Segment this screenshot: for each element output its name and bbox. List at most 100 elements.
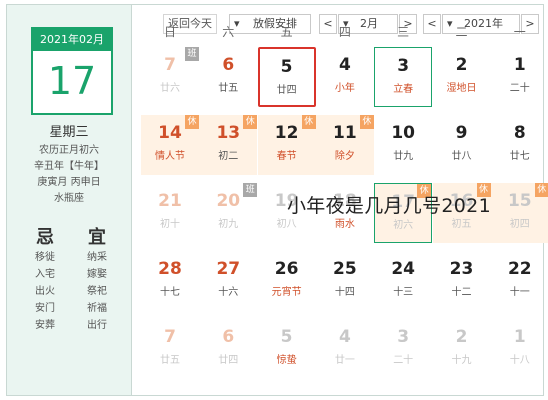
day-cell[interactable]: 5 惊蛰 xyxy=(258,319,316,379)
lunar-label: 廿一 xyxy=(334,355,355,366)
day-cell[interactable]: 26 元宵节 xyxy=(258,251,316,311)
day-cell[interactable]: 14 情人节休 xyxy=(141,115,199,175)
lunar-label: 立春 xyxy=(393,84,414,95)
holiday-badge: 休 xyxy=(359,115,374,129)
day-cell[interactable]: 12 春节休 xyxy=(257,115,316,175)
day-number: 1 xyxy=(513,55,526,75)
date-card-header: 2021年02月 xyxy=(33,29,111,51)
ji-item: 出火 xyxy=(35,286,55,297)
yi-item: 出行 xyxy=(87,320,107,331)
lunar-label: 廿五 xyxy=(160,355,180,366)
day-number: 1 xyxy=(513,327,526,347)
day-number: 5 xyxy=(280,57,293,77)
day-cell[interactable]: 2 十九 xyxy=(433,319,491,379)
ji-item: 安葬 xyxy=(35,320,55,331)
ji-item: 移徙 xyxy=(35,252,55,263)
day-number: 8 xyxy=(513,123,526,143)
day-cell[interactable]: 22 十一 xyxy=(491,251,548,311)
lunar-label: 廿四 xyxy=(218,355,239,366)
lunar-label: 十六 xyxy=(218,287,239,298)
day-number: 22 xyxy=(507,259,532,279)
weekday-header: 五 xyxy=(280,25,293,39)
day-cell[interactable]: 4 廿一 xyxy=(316,319,374,379)
day-cell[interactable]: 7 廿六班 xyxy=(141,47,199,107)
day-number: 9 xyxy=(455,123,468,143)
day-number: 27 xyxy=(216,259,241,279)
day-cell[interactable]: 7 廿五 xyxy=(141,319,199,379)
ganzhi-month-day: 庚寅月 丙申日 xyxy=(37,177,101,188)
day-number: 25 xyxy=(333,259,357,279)
day-cell[interactable]: 25 十四 xyxy=(316,251,374,311)
lunar-label: 十三 xyxy=(393,287,414,298)
lunar-label: 十二 xyxy=(451,287,472,298)
day-cell[interactable]: 21 初十 xyxy=(141,183,199,243)
day-cell[interactable]: 5 廿四 xyxy=(257,47,316,107)
day-number: 2 xyxy=(455,327,468,347)
lunar-label: 春节 xyxy=(276,151,297,162)
day-cell[interactable]: 1 十八 xyxy=(491,319,548,379)
holiday-badge: 休 xyxy=(243,115,258,129)
day-cell[interactable]: 9 廿八 xyxy=(433,115,491,175)
day-cell[interactable]: 1 二十 xyxy=(491,47,548,107)
lunar-label: 十四 xyxy=(334,287,355,298)
day-cell[interactable]: 15 初四休 xyxy=(490,183,548,243)
day-cell[interactable]: 4 小年 xyxy=(316,47,374,107)
weekday-header: 六 xyxy=(222,25,235,39)
day-cell[interactable]: 3 立春 xyxy=(374,47,433,107)
weekday-label: 星期三 xyxy=(49,125,89,140)
yi-item: 纳采 xyxy=(87,252,107,263)
lunar-label: 十一 xyxy=(509,287,530,298)
weekday-header: 日 xyxy=(163,25,176,39)
day-cell[interactable]: 2 湿地日 xyxy=(433,47,491,107)
lunar-label: 初九 xyxy=(218,219,239,230)
day-number: 5 xyxy=(280,327,293,347)
day-number: 3 xyxy=(397,56,410,76)
day-cell[interactable]: 6 廿四 xyxy=(199,319,257,379)
day-cell[interactable]: 28 十七 xyxy=(141,251,199,311)
lunar-label: 二十 xyxy=(509,83,530,94)
workday-badge: 班 xyxy=(243,183,258,197)
ji-column: 忌 移徙 入宅 出火 安门 安葬 xyxy=(25,223,65,334)
day-cell[interactable]: 8 廿七 xyxy=(491,115,548,175)
yi-item: 嫁娶 xyxy=(87,269,107,280)
day-cell[interactable]: 13 初二休 xyxy=(199,115,258,175)
lunar-label: 除夕 xyxy=(334,151,355,162)
date-card-day: 17 xyxy=(47,59,97,103)
day-number: 24 xyxy=(391,259,416,279)
lunar-label: 小年 xyxy=(334,83,355,94)
lunar-label: 情人节 xyxy=(155,151,185,162)
day-number: 2 xyxy=(455,55,468,75)
lunar-label: 廿九 xyxy=(393,151,414,162)
day-number: 28 xyxy=(158,259,182,279)
holiday-badge: 休 xyxy=(301,115,316,129)
day-cell[interactable]: 23 十二 xyxy=(433,251,491,311)
day-number: 4 xyxy=(338,327,351,347)
yi-item: 祭祀 xyxy=(87,286,107,297)
day-number: 4 xyxy=(338,55,351,75)
lunar-label: 初六 xyxy=(393,220,414,231)
lunar-label: 初十 xyxy=(160,219,180,230)
lunar-label: 廿五 xyxy=(218,83,239,94)
lunar-label: 廿四 xyxy=(276,85,297,96)
lunar-label: 元宵节 xyxy=(271,287,302,298)
weekday-header: 二 xyxy=(455,25,468,39)
ji-item: 安门 xyxy=(35,303,55,314)
day-cell[interactable]: 27 十六 xyxy=(199,251,257,311)
weekday-header: 三 xyxy=(397,25,410,39)
holiday-badge: 休 xyxy=(185,115,199,129)
caption-overlay: 小年夜是几月几号2021 xyxy=(287,195,491,217)
day-cell[interactable]: 11 除夕休 xyxy=(315,115,374,175)
lunar-label: 湿地日 xyxy=(446,83,477,94)
day-cell[interactable]: 10 廿九 xyxy=(374,115,432,175)
day-cell[interactable]: 3 二十 xyxy=(374,319,432,379)
lunar-label: 惊蛰 xyxy=(276,355,297,366)
day-cell[interactable]: 20 初九班 xyxy=(199,183,258,243)
lunar-label: 廿六 xyxy=(160,83,180,94)
day-cell[interactable]: 6 廿五 xyxy=(199,47,257,107)
day-number: 23 xyxy=(449,259,474,279)
day-cell[interactable]: 24 十三 xyxy=(374,251,432,311)
lunar-date: 农历正月初六 xyxy=(39,145,99,156)
date-card: 2021年02月 17 xyxy=(31,27,113,115)
weekday-header: 一 xyxy=(513,25,526,39)
day-number: 7 xyxy=(164,327,176,347)
